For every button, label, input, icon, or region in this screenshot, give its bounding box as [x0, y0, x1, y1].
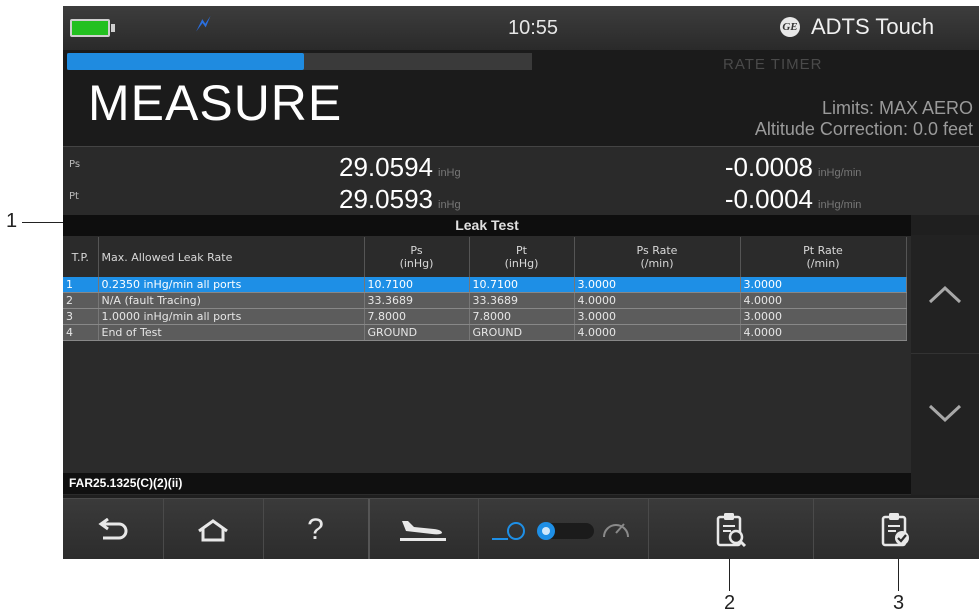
cell-max-rate: N/A (fault Tracing): [98, 292, 365, 309]
back-button[interactable]: [63, 499, 164, 559]
bottom-toolbar: ?: [63, 498, 979, 559]
cell-ps: GROUND: [364, 324, 470, 341]
table-row[interactable]: 3 1.0000 inHg/min all ports 7.8000 7.800…: [63, 308, 907, 325]
col-pt-rate: Pt Rate (/min): [740, 237, 907, 277]
battery-tip: [111, 24, 115, 32]
col-pt-rate-unit: (/min): [806, 257, 840, 270]
chevron-up-icon: [928, 285, 962, 304]
col-tp: T.P.: [63, 237, 99, 277]
cell-tp: 4: [63, 324, 99, 341]
antenna-icon: 🗲: [196, 12, 211, 37]
cell-tp: 2: [63, 292, 99, 309]
rate-timer-label: RATE TIMER: [723, 56, 823, 73]
battery-icon: [70, 19, 110, 37]
col-max-rate: Max. Allowed Leak Rate: [98, 237, 365, 277]
status-bar: 🗲 10:55 GE ADTS Touch: [63, 6, 979, 50]
callout-3-line: [898, 559, 899, 591]
back-icon: [98, 517, 128, 539]
col-pt-rate-label: Pt Rate: [803, 244, 843, 257]
leak-test-table: T.P. Max. Allowed Leak Rate Ps (inHg) Pt(…: [63, 237, 907, 341]
aircraft-status-button[interactable]: [368, 499, 479, 559]
standard-reference: FAR25.1325(C)(2)(ii): [63, 473, 911, 494]
home-button[interactable]: [163, 499, 264, 559]
leak-test-details-button[interactable]: [648, 499, 814, 559]
clock: 10:55: [507, 17, 559, 39]
table-header-row: T.P. Max. Allowed Leak Rate Ps (inHg) Pt(…: [63, 237, 907, 277]
col-pt: Pt (inHg): [469, 237, 575, 277]
page-title: MEASURE: [88, 75, 343, 131]
cell-pt: 33.3689: [469, 292, 575, 309]
cell-ps-rate: 4.0000: [574, 324, 741, 341]
cell-ps: 10.7100: [364, 277, 470, 293]
pt-label: Pt: [69, 191, 79, 202]
scroll-up-button[interactable]: [911, 235, 979, 354]
device-screen: 🗲 10:55 GE ADTS Touch RATE TIMER MEASURE…: [63, 6, 979, 559]
cell-pt: 10.7100: [469, 277, 575, 293]
cell-max-rate: End of Test: [98, 324, 365, 341]
clipboard-check-icon: [881, 512, 909, 546]
leak-measure-toggle[interactable]: [478, 499, 649, 559]
ps-label: Ps: [69, 159, 81, 170]
leak-test-panel: Leak Test T.P. Max. Allowed Leak Rate Ps…: [63, 215, 911, 495]
pt-rate-unit: inHg/min: [818, 199, 862, 211]
app-title: ADTS Touch: [811, 14, 935, 39]
cell-pt: 7.8000: [469, 308, 575, 325]
callout-2-line: [729, 559, 730, 591]
col-pt-unit: (inHg): [504, 257, 539, 270]
cell-pt: GROUND: [469, 324, 575, 341]
cell-ps-rate: 4.0000: [574, 292, 741, 309]
ge-logo-icon: GE: [780, 17, 800, 37]
measurement-panel[interactable]: Ps 29.0594 inHg -0.0008 inHg/min Pt 29.0…: [63, 146, 979, 215]
cell-max-rate: 1.0000 inHg/min all ports: [98, 308, 365, 325]
cell-tp: 3: [63, 308, 99, 325]
pt-value: 29.0593: [339, 184, 433, 214]
cell-tp: 1: [63, 277, 99, 293]
leak-test-title: Leak Test: [63, 215, 911, 236]
home-icon: [198, 518, 228, 541]
pt-unit: inHg: [438, 199, 461, 211]
leak-measure-toggle-icon: [492, 521, 629, 540]
cell-ps: 33.3689: [364, 292, 470, 309]
cell-pt-rate: 3.0000: [740, 277, 907, 293]
header: RATE TIMER MEASURE Limits: MAX AERO Alti…: [63, 50, 979, 146]
col-ps-rate-unit: (/min): [640, 257, 674, 270]
ps-rate-value: -0.0008: [724, 152, 813, 182]
col-ps-label: Ps: [410, 244, 423, 257]
callout-3: 3: [893, 592, 905, 614]
limits-text: Limits: MAX AERO: [821, 98, 973, 118]
aircraft-landing-icon: [400, 520, 446, 541]
ps-unit: inHg: [438, 167, 461, 179]
callout-1: 1: [6, 210, 18, 232]
table-row[interactable]: 4 End of Test GROUND GROUND 4.0000 4.000…: [63, 324, 907, 341]
cell-pt-rate: 4.0000: [740, 324, 907, 341]
rate-timer-progress: [67, 53, 532, 70]
col-pt-label: Pt: [516, 244, 527, 257]
table-row[interactable]: 2 N/A (fault Tracing) 33.3689 33.3689 4.…: [63, 292, 907, 309]
cell-ps-rate: 3.0000: [574, 277, 741, 293]
table-row[interactable]: 1 0.2350 inHg/min all ports 10.7100 10.7…: [63, 277, 907, 293]
callout-1-line: [22, 222, 63, 223]
altitude-correction-text: Altitude Correction: 0.0 feet: [754, 119, 973, 139]
scroll-down-button[interactable]: [911, 355, 979, 473]
help-icon: ?: [307, 512, 324, 546]
col-ps: Ps (inHg): [364, 237, 470, 277]
callout-2: 2: [724, 592, 736, 614]
col-ps-rate: Ps Rate (/min): [574, 237, 741, 277]
col-ps-unit: (inHg): [399, 257, 434, 270]
ps-rate-unit: inHg/min: [818, 167, 862, 179]
cell-pt-rate: 3.0000: [740, 308, 907, 325]
cell-ps: 7.8000: [364, 308, 470, 325]
cell-ps-rate: 3.0000: [574, 308, 741, 325]
cell-max-rate: 0.2350 inHg/min all ports: [98, 277, 365, 293]
col-ps-rate-label: Ps Rate: [636, 244, 678, 257]
help-button[interactable]: ?: [263, 499, 370, 559]
chevron-down-icon: [928, 404, 962, 423]
rate-timer-progress-fill: [67, 53, 305, 70]
pt-rate-value: -0.0004: [724, 184, 813, 214]
scroll-column: [911, 235, 979, 495]
ps-value: 29.0594: [339, 152, 433, 182]
clipboard-search-icon: [716, 512, 746, 547]
cell-pt-rate: 4.0000: [740, 292, 907, 309]
leak-test-run-button[interactable]: [813, 499, 979, 559]
